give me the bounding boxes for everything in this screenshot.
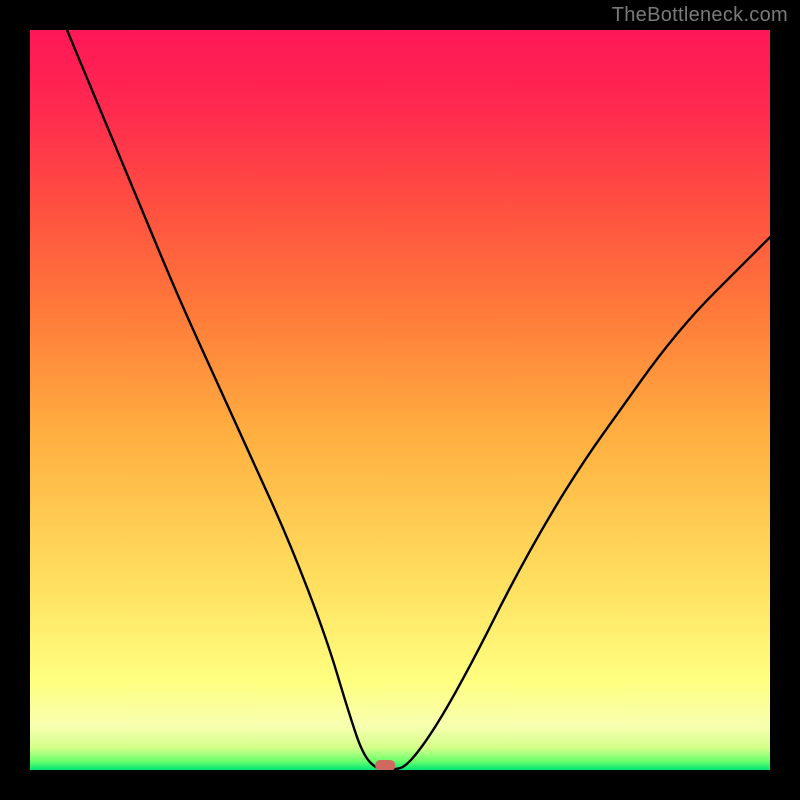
bottleneck-curve-path <box>67 30 770 770</box>
plot-area <box>30 30 770 770</box>
chart-frame: TheBottleneck.com <box>0 0 800 800</box>
curve-svg-layer <box>30 30 770 770</box>
bottleneck-marker <box>375 760 395 770</box>
watermark-text: TheBottleneck.com <box>612 4 788 27</box>
